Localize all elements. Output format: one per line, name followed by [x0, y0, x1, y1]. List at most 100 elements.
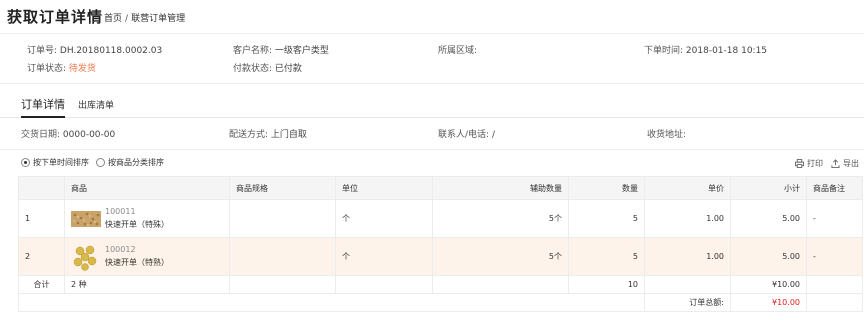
delivery-date-label: 交货日期: [21, 130, 61, 140]
page-header: 获取订单详情 首页 / 联营订单管理 [0, 0, 864, 34]
order-no-value: DH.20180118.0002.03 [59, 46, 163, 56]
qty-cell: 5 [568, 237, 645, 276]
order-time-field: 下单时间: 2018-01-18 10:15 [644, 43, 767, 56]
summary-empty-spec [229, 275, 336, 294]
summary-empty-aux [432, 275, 569, 294]
address-label: 收货地址: [647, 130, 687, 140]
product-name: 快速开单（特殊） [105, 220, 169, 229]
order-status-label: 订单状态: [27, 64, 67, 74]
breadcrumb-separator: / [125, 14, 129, 24]
col-index [18, 176, 65, 200]
summary-row: 合计 2 种 10 ¥10.00 [18, 275, 863, 294]
detail-tabs: 订单详情 出库清单 [0, 88, 864, 118]
remark-cell: - [806, 237, 863, 276]
total-spacer [18, 293, 645, 312]
sort-by-category-radio[interactable]: 按商品分类排序 [96, 157, 164, 168]
pay-status-field: 付款状态: 已付款 [233, 61, 302, 74]
unit-cell: 个 [335, 237, 433, 276]
unit-cell: 个 [335, 199, 433, 238]
summary-kinds: 2 种 [64, 275, 230, 294]
col-subtotal: 小计 [730, 176, 807, 200]
product-name: 快速开单（特熟） [105, 258, 169, 267]
export-icon [831, 159, 840, 168]
sort-by-time-label: 按下单时间排序 [33, 158, 89, 167]
col-unit: 单位 [335, 176, 433, 200]
contact-field: 联系人/电话: / [438, 127, 495, 140]
delivery-info-panel: 交货日期: 0000-00-00 配送方式: 上门自取 联系人/电话: / 收货… [0, 118, 864, 150]
page-title: 获取订单详情 [7, 8, 104, 26]
product-thumbnail-soybean-image [71, 241, 101, 272]
row-index: 2 [18, 237, 65, 276]
product-cell: 100012 快速开单（特熟） [64, 237, 230, 276]
contact-value: / [491, 130, 495, 140]
breadcrumb-home-link[interactable]: 首页 [104, 14, 122, 24]
sort-toolbar: 按下单时间排序 按商品分类排序 打印 导出 [0, 154, 864, 172]
order-total-value: ¥10.00 [730, 293, 807, 312]
aux-qty-cell: 5个 [432, 199, 569, 238]
print-button[interactable]: 打印 [795, 158, 823, 169]
delivery-method-label: 配送方式: [229, 130, 269, 140]
spec-cell [229, 237, 336, 276]
table-row[interactable]: 1 100011 快速开单（特殊） 个 5个 5 1.00 5.00 - [18, 199, 863, 238]
summary-subtotal: ¥10.00 [730, 275, 807, 294]
order-status-badge: 待发货 [68, 64, 96, 74]
total-empty-remark [806, 293, 863, 312]
tab-outbound-list[interactable]: 出库清单 [78, 98, 114, 120]
row-index: 1 [18, 199, 65, 238]
summary-empty-remark [806, 275, 863, 294]
pay-status-label: 付款状态: [233, 64, 273, 74]
table-header-row: 商品 商品规格 单位 辅助数量 数量 单价 小计 商品备注 [18, 176, 863, 200]
region-label: 所属区域: [438, 46, 478, 56]
export-button[interactable]: 导出 [831, 158, 859, 169]
printer-icon [795, 159, 804, 168]
sort-by-category-label: 按商品分类排序 [108, 158, 164, 167]
summary-label: 合计 [18, 275, 65, 294]
customer-label: 客户名称: [233, 46, 273, 56]
price-cell: 1.00 [644, 237, 731, 276]
breadcrumb: 首页 / 联营订单管理 [104, 11, 185, 24]
customer-value: 一级客户类型 [274, 46, 329, 56]
col-spec: 商品规格 [229, 176, 336, 200]
aux-qty-cell: 5个 [432, 237, 569, 276]
col-price: 单价 [644, 176, 731, 200]
tab-order-detail[interactable]: 订单详情 [21, 96, 65, 118]
print-label: 打印 [807, 159, 823, 168]
summary-empty-unit [335, 275, 433, 294]
order-info-panel: 订单号: DH.20180118.0002.03 客户名称: 一级客户类型 所属… [0, 34, 864, 84]
subtotal-cell: 5.00 [730, 237, 807, 276]
region-field: 所属区域: [438, 43, 477, 56]
table-row[interactable]: 2 100012 快速开单（特熟） 个 5个 5 1.00 5.00 - [18, 237, 863, 276]
col-remark: 商品备注 [806, 176, 863, 200]
summary-qty: 10 [568, 275, 645, 294]
delivery-date-field: 交货日期: 0000-00-00 [21, 127, 115, 140]
price-cell: 1.00 [644, 199, 731, 238]
remark-cell: - [806, 199, 863, 238]
order-time-label: 下单时间: [644, 46, 684, 56]
subtotal-cell: 5.00 [730, 199, 807, 238]
qty-cell: 5 [568, 199, 645, 238]
order-total-label: 订单总额: [644, 293, 731, 312]
address-field: 收货地址: [647, 127, 686, 140]
breadcrumb-current-link[interactable]: 联营订单管理 [131, 14, 185, 24]
radio-checked-icon [21, 158, 30, 167]
col-product: 商品 [64, 176, 230, 200]
sort-by-time-radio[interactable]: 按下单时间排序 [21, 157, 89, 168]
delivery-date-value: 0000-00-00 [62, 130, 116, 140]
product-code[interactable]: 100012 [105, 245, 169, 254]
summary-empty-price [644, 275, 731, 294]
product-cell: 100011 快速开单（特殊） [64, 199, 230, 238]
order-no-label: 订单号: [27, 46, 58, 56]
order-time-value: 2018-01-18 10:15 [685, 46, 768, 56]
order-no-field: 订单号: DH.20180118.0002.03 [27, 43, 162, 56]
order-status-field: 订单状态: 待发货 [27, 61, 96, 74]
col-qty: 数量 [568, 176, 645, 200]
spec-cell [229, 199, 336, 238]
product-code[interactable]: 100011 [105, 207, 169, 216]
product-thumbnail-grain-image [71, 210, 101, 227]
order-total-row: 订单总额: ¥10.00 [18, 293, 863, 312]
pay-status-value: 已付款 [274, 64, 302, 74]
radio-unchecked-icon [96, 158, 105, 167]
contact-label: 联系人/电话: [438, 130, 490, 140]
order-items-table: 商品 商品规格 单位 辅助数量 数量 单价 小计 商品备注 1 100011 快… [18, 176, 863, 312]
col-aux-qty: 辅助数量 [432, 176, 569, 200]
